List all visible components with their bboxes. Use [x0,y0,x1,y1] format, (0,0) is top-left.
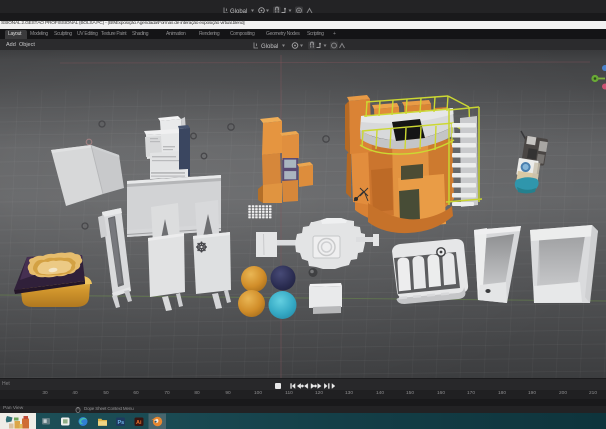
svg-text:Ps: Ps [118,420,125,426]
svg-text:Global: Global [261,44,278,50]
svg-text:Ai: Ai [136,420,142,426]
